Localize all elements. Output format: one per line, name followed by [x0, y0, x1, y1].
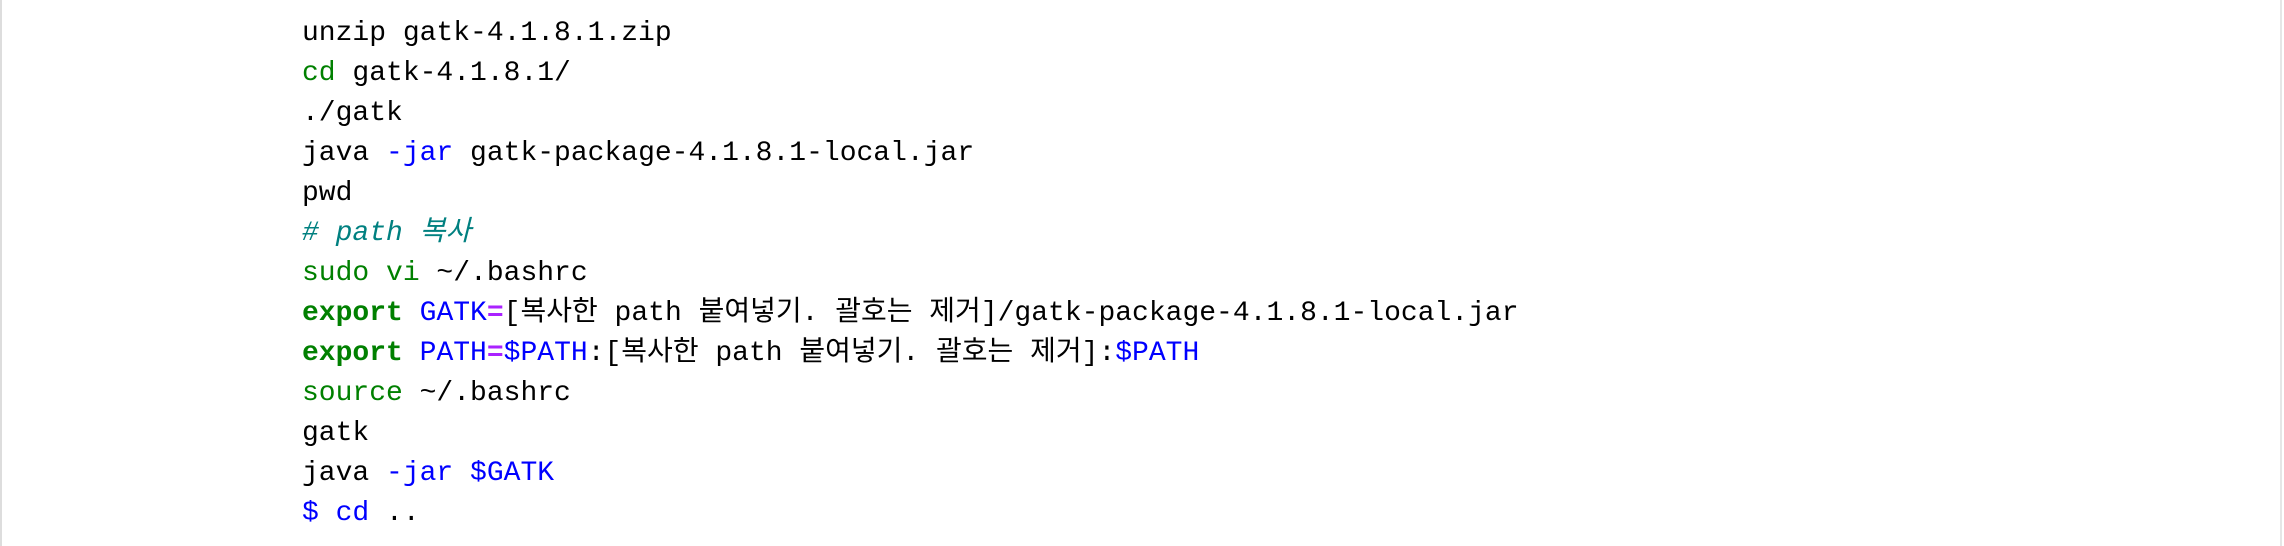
code-line: unzip gatk-4.1.8.1.zip: [302, 14, 1519, 54]
code-token-plain: ~/.bashrc: [402, 378, 571, 409]
code-token-plain: gatk-package-4.1.8.1-local.jar: [453, 138, 975, 169]
code-token-plain: :[복사한 path 붙여넣기. 괄호는 제거]:: [587, 338, 1116, 369]
code-token-plain: java: [302, 138, 387, 169]
code-token-builtin: source: [302, 378, 403, 409]
code-line: export PATH=$PATH:[복사한 path 붙여넣기. 괄호는 제거…: [302, 334, 1519, 374]
code-token-opt: -jar: [386, 138, 454, 169]
code-token-plain: ~/.bashrc: [419, 258, 588, 289]
code-token-var: $PATH: [503, 338, 588, 369]
code-line: pwd: [302, 174, 1519, 214]
code-token-prompt: $ cd: [302, 498, 370, 529]
code-line: export GATK=[복사한 path 붙여넣기. 괄호는 제거]/gatk…: [302, 294, 1519, 334]
code-token-op: =: [486, 338, 504, 369]
code-token-plain: ..: [369, 498, 420, 529]
code-line: # path 복사: [302, 214, 1519, 254]
code-line: cd gatk-4.1.8.1/: [302, 54, 1519, 94]
page: unzip gatk-4.1.8.1.zip cd gatk-4.1.8.1/ ./…: [0, 0, 2284, 546]
code-line: gatk: [302, 414, 1519, 454]
code-token-plain: gatk-4.1.8.1/: [335, 58, 571, 89]
code-token-comment: # path 복사: [302, 218, 472, 249]
code-token-plain: gatk: [302, 418, 370, 449]
code-token-var: GATK: [419, 298, 487, 329]
code-line: java -jar gatk-package-4.1.8.1-local.jar: [302, 134, 1519, 174]
code-line: java -jar $GATK: [302, 454, 1519, 494]
code-line: sudo vi ~/.bashrc: [302, 254, 1519, 294]
code-token-op: =: [486, 298, 504, 329]
code-token-plain: pwd: [302, 178, 353, 209]
code-token-var: $PATH: [1115, 338, 1200, 369]
code-token-builtin: sudo vi: [302, 258, 420, 289]
code-line: source ~/.bashrc: [302, 374, 1519, 414]
code-token-kw: export: [302, 338, 403, 369]
code-token-plain: [복사한 path 붙여넣기. 괄호는 제거]/gatk-package-4.1…: [503, 298, 1519, 329]
code-token-plain: java: [302, 458, 387, 489]
code-token-opt: -jar: [386, 458, 454, 489]
code-token-var: $GATK: [470, 458, 555, 489]
code-line: ./gatk: [302, 94, 1519, 134]
code-token-kw: export: [302, 298, 403, 329]
code-token-builtin: cd: [302, 58, 336, 89]
code-token-plain: unzip gatk-4.1.8.1.zip: [302, 18, 672, 49]
code-token-plain: ./gatk: [302, 98, 403, 129]
code-token-var: PATH: [419, 338, 487, 369]
code-content[interactable]: unzip gatk-4.1.8.1.zip cd gatk-4.1.8.1/ ./…: [302, 14, 1519, 534]
code-block: unzip gatk-4.1.8.1.zip cd gatk-4.1.8.1/ ./…: [0, 0, 2282, 546]
code-line: $ cd ..: [302, 494, 1519, 534]
